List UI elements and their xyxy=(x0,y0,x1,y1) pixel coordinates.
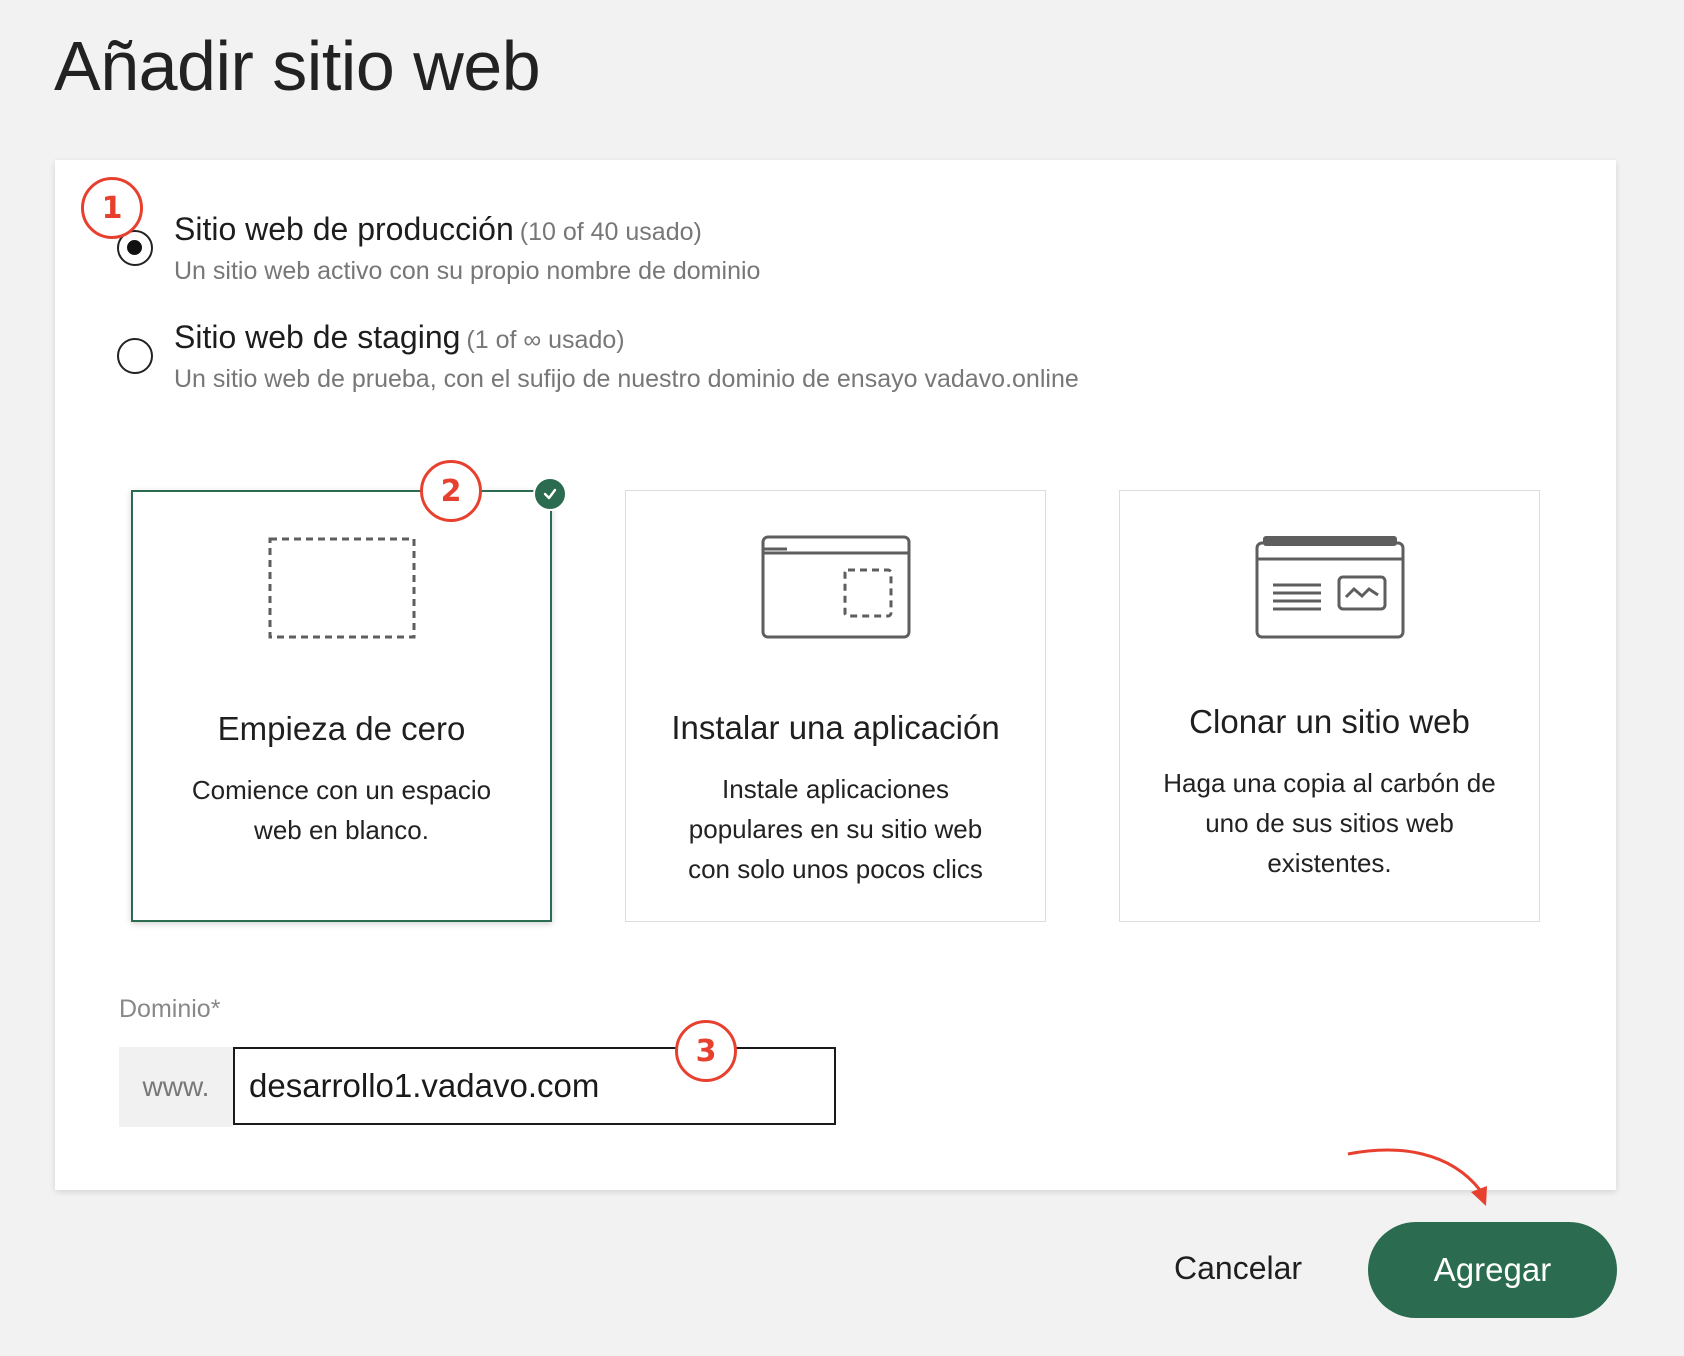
radio-title-staging: Sitio web de staging (1 of ∞ usado) xyxy=(174,316,1079,361)
blank-canvas-icon xyxy=(133,536,550,646)
option-title: Empieza de cero xyxy=(217,710,466,747)
step-1-badge: 1 xyxy=(81,177,143,239)
website-layout-icon xyxy=(1120,535,1539,645)
browser-window-icon xyxy=(626,535,1045,645)
radio-label: Sitio web de producción xyxy=(174,211,514,247)
radio-option-staging[interactable]: Sitio web de staging (1 of ∞ usado) Un si… xyxy=(117,316,1079,394)
usage-count: (10 of 40 usado) xyxy=(519,218,702,246)
annotation-arrow-icon xyxy=(1347,1148,1487,1206)
option-description: Haga una copia al carbón de uno de sus s… xyxy=(1163,768,1496,878)
option-card-install-app[interactable]: Instalar una aplicación Instale aplicaci… xyxy=(625,490,1046,922)
radio-description: Un sitio web de prueba, con el sufijo de… xyxy=(174,365,1079,393)
usage-count: (1 of ∞ usado) xyxy=(466,326,625,354)
option-card-clone[interactable]: Clonar un sitio web Haga una copia al ca… xyxy=(1119,490,1540,922)
radio-title-production: Sitio web de producción (10 of 40 usado) xyxy=(174,208,760,253)
selected-check-icon xyxy=(533,477,567,511)
step-2-badge: 2 xyxy=(420,460,482,522)
cancel-button[interactable]: Cancelar xyxy=(1160,1240,1316,1297)
domain-input[interactable] xyxy=(233,1047,836,1125)
option-card-blank[interactable]: Empieza de cero Comience con un espacio … xyxy=(131,490,552,922)
radio-button-staging[interactable] xyxy=(117,338,153,374)
domain-prefix: www. xyxy=(119,1047,233,1127)
radio-description: Un sitio web activo con su propio nombre… xyxy=(174,257,761,285)
add-website-card: 1 Sitio web de producción (10 of 40 usado… xyxy=(55,160,1616,1190)
option-title: Instalar una aplicación xyxy=(671,709,1000,746)
domain-label: Dominio* xyxy=(119,995,221,1023)
option-description: Instale aplicaciones populares en su sit… xyxy=(688,774,983,884)
step-3-badge: 3 xyxy=(675,1020,737,1082)
option-title: Clonar un sitio web xyxy=(1189,703,1470,740)
add-button[interactable]: Agregar xyxy=(1368,1222,1617,1318)
radio-label: Sitio web de staging xyxy=(174,319,461,355)
option-description: Comience con un espacio web en blanco. xyxy=(191,775,492,845)
radio-option-production[interactable]: Sitio web de producción (10 of 40 usado) … xyxy=(117,208,760,286)
page-title: Añadir sitio web xyxy=(54,27,541,105)
